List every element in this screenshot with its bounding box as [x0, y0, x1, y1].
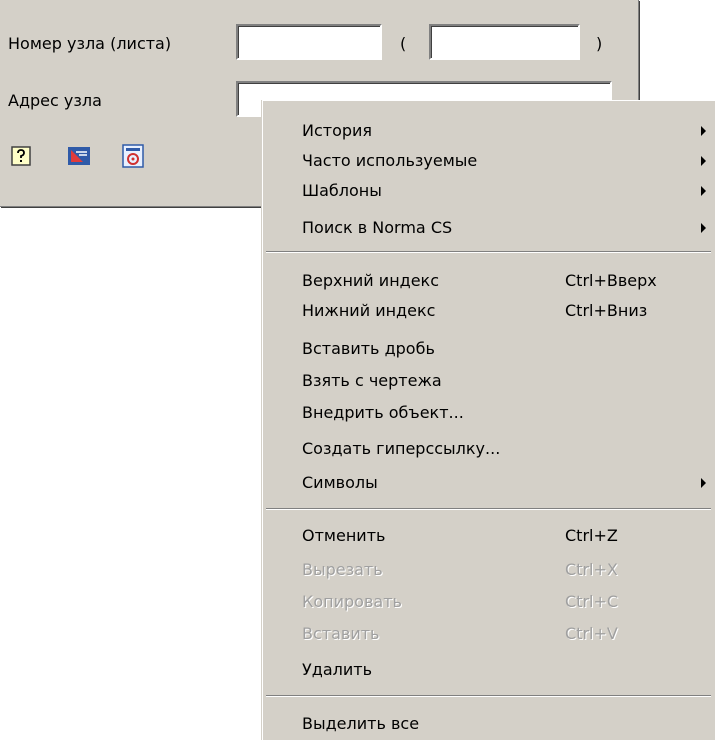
menu-item-search-norma-cs[interactable]: Поиск в Norma CS [263, 213, 714, 243]
paren-open: ( [400, 34, 407, 53]
menu-item-label: Выделить все [302, 714, 420, 733]
menu-item-symbols[interactable]: Символы [263, 468, 714, 498]
menu-item-label: История [302, 121, 373, 140]
node-address-label: Адрес узла [8, 91, 102, 110]
menu-item-copy: Копировать Ctrl+C [263, 587, 714, 617]
menu-item-label: Шаблоны [302, 181, 382, 200]
menu-item-shortcut: Ctrl+V [565, 624, 618, 643]
menu-item-superscript[interactable]: Верхний индекс Ctrl+Вверх [263, 266, 714, 296]
drawing-icon[interactable] [67, 144, 91, 168]
menu-item-take-from-drawing[interactable]: Взять с чертежа [263, 366, 714, 396]
submenu-arrow-icon [701, 186, 706, 196]
menu-item-frequently-used[interactable]: Часто используемые [263, 146, 714, 176]
menu-item-label: Внедрить объект... [302, 403, 464, 422]
submenu-arrow-icon [701, 478, 706, 488]
menu-item-history[interactable]: История [263, 116, 714, 146]
menu-item-label: Удалить [302, 660, 372, 679]
menu-item-label: Отменить [302, 526, 386, 545]
menu-item-label: Вырезать [302, 560, 383, 579]
menu-item-label: Копировать [302, 592, 402, 611]
menu-item-label: Часто используемые [302, 151, 478, 170]
menu-item-shortcut: Ctrl+Z [565, 526, 618, 545]
menu-item-delete[interactable]: Удалить [263, 655, 714, 685]
menu-item-shortcut: Ctrl+Вниз [565, 301, 648, 320]
menu-item-label: Символы [302, 473, 378, 492]
submenu-arrow-icon [701, 223, 706, 233]
context-menu: История Часто используемые Шаблоны Поиск… [262, 100, 715, 740]
sheet-number-input[interactable] [429, 24, 580, 60]
menu-item-subscript[interactable]: Нижний индекс Ctrl+Вниз [263, 296, 714, 326]
menu-item-create-hyperlink[interactable]: Создать гиперссылку... [263, 434, 714, 464]
menu-item-label: Вставить дробь [302, 339, 435, 358]
menu-item-paste: Вставить Ctrl+V [263, 619, 714, 649]
menu-item-insert-fraction[interactable]: Вставить дробь [263, 334, 714, 364]
menu-item-shortcut: Ctrl+Вверх [565, 271, 657, 290]
menu-item-label: Вставить [302, 624, 380, 643]
menu-separator [266, 508, 711, 510]
menu-item-label: Поиск в Norma CS [302, 218, 453, 237]
submenu-arrow-icon [701, 126, 706, 136]
menu-item-shortcut: Ctrl+X [565, 560, 618, 579]
submenu-arrow-icon [701, 156, 706, 166]
node-number-label: Номер узла (листа) [8, 34, 172, 53]
menu-item-undo[interactable]: Отменить Ctrl+Z [263, 521, 714, 551]
menu-item-label: Взять с чертежа [302, 371, 442, 390]
menu-item-label: Верхний индекс [302, 271, 440, 290]
menu-item-label: Создать гиперссылку... [302, 439, 501, 458]
help-icon[interactable] [10, 144, 34, 168]
gost-standard-icon[interactable] [121, 144, 145, 168]
menu-separator [266, 251, 711, 253]
menu-item-embed-object[interactable]: Внедрить объект... [263, 398, 714, 428]
menu-separator [266, 695, 711, 697]
menu-item-select-all[interactable]: Выделить все [263, 709, 714, 739]
menu-item-shortcut: Ctrl+C [565, 592, 619, 611]
node-number-input[interactable] [236, 24, 382, 60]
menu-item-label: Нижний индекс [302, 301, 436, 320]
menu-item-cut: Вырезать Ctrl+X [263, 555, 714, 585]
paren-close: ) [596, 34, 603, 53]
menu-item-templates[interactable]: Шаблоны [263, 176, 714, 206]
